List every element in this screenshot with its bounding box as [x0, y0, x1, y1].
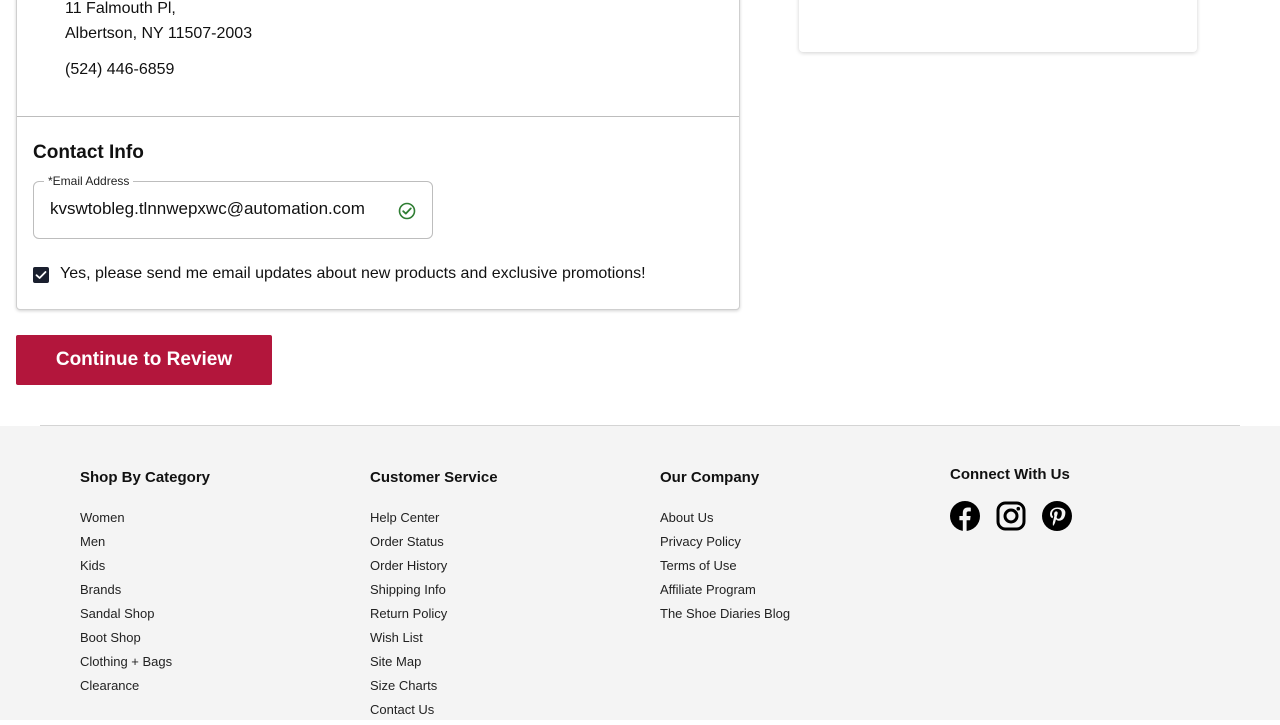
email-label: *Email Address [44, 174, 134, 188]
footer-link-brands[interactable]: Brands [80, 581, 172, 605]
address-line-1: 11 Falmouth Pl, [65, 0, 176, 17]
footer-link-sandal-shop[interactable]: Sandal Shop [80, 605, 172, 629]
footer-link-contact-us[interactable]: Contact Us [370, 701, 447, 725]
facebook-icon[interactable] [950, 501, 980, 531]
footer-link-clearance[interactable]: Clearance [80, 677, 172, 701]
footer-link-site-map[interactable]: Site Map [370, 653, 447, 677]
footer-link-return-policy[interactable]: Return Policy [370, 605, 447, 629]
footer-link-shoe-diaries-blog[interactable]: The Shoe Diaries Blog [660, 605, 790, 629]
footer-link-order-history[interactable]: Order History [370, 557, 447, 581]
continue-to-review-button[interactable]: Continue to Review [16, 335, 272, 385]
email-input[interactable]: kvswtobleg.tlnnwepxwc@automation.com [50, 199, 390, 219]
email-field[interactable]: *Email Address kvswtobleg.tlnnwepxwc@aut… [33, 174, 433, 239]
section-divider [17, 116, 739, 117]
site-footer: Shop By Category Women Men Kids Brands S… [0, 426, 1280, 720]
footer-link-clothing-bags[interactable]: Clothing + Bags [80, 653, 172, 677]
checkmark-icon [35, 271, 47, 279]
footer-link-size-charts[interactable]: Size Charts [370, 677, 447, 701]
instagram-icon[interactable] [996, 501, 1026, 531]
social-links [950, 501, 1072, 531]
order-summary-card [799, 0, 1197, 52]
footer-heading-customer-service: Customer Service [370, 469, 498, 486]
shipping-contact-card: 11 Falmouth Pl, Albertson, NY 11507-2003… [16, 0, 740, 310]
address-line-2: Albertson, NY 11507-2003 [65, 25, 253, 42]
footer-link-wish-list[interactable]: Wish List [370, 629, 447, 653]
email-optin-checkbox[interactable] [33, 267, 49, 283]
footer-link-order-status[interactable]: Order Status [370, 533, 447, 557]
footer-heading-company: Our Company [660, 469, 760, 486]
footer-heading-shop: Shop By Category [80, 469, 211, 486]
footer-link-shipping-info[interactable]: Shipping Info [370, 581, 447, 605]
footer-link-help-center[interactable]: Help Center [370, 509, 447, 533]
contact-info-heading: Contact Info [33, 142, 144, 163]
footer-link-affiliate-program[interactable]: Affiliate Program [660, 581, 790, 605]
valid-check-icon [398, 202, 416, 220]
footer-link-terms-of-use[interactable]: Terms of Use [660, 557, 790, 581]
footer-link-about-us[interactable]: About Us [660, 509, 790, 533]
pinterest-icon[interactable] [1042, 501, 1072, 531]
footer-link-boot-shop[interactable]: Boot Shop [80, 629, 172, 653]
phone-number: (524) 446-6859 [65, 61, 175, 78]
footer-heading-connect: Connect With Us [950, 466, 1070, 483]
email-optin-label[interactable]: Yes, please send me email updates about … [60, 265, 646, 283]
footer-link-women[interactable]: Women [80, 509, 172, 533]
footer-link-kids[interactable]: Kids [80, 557, 172, 581]
footer-link-privacy-policy[interactable]: Privacy Policy [660, 533, 790, 557]
footer-link-men[interactable]: Men [80, 533, 172, 557]
